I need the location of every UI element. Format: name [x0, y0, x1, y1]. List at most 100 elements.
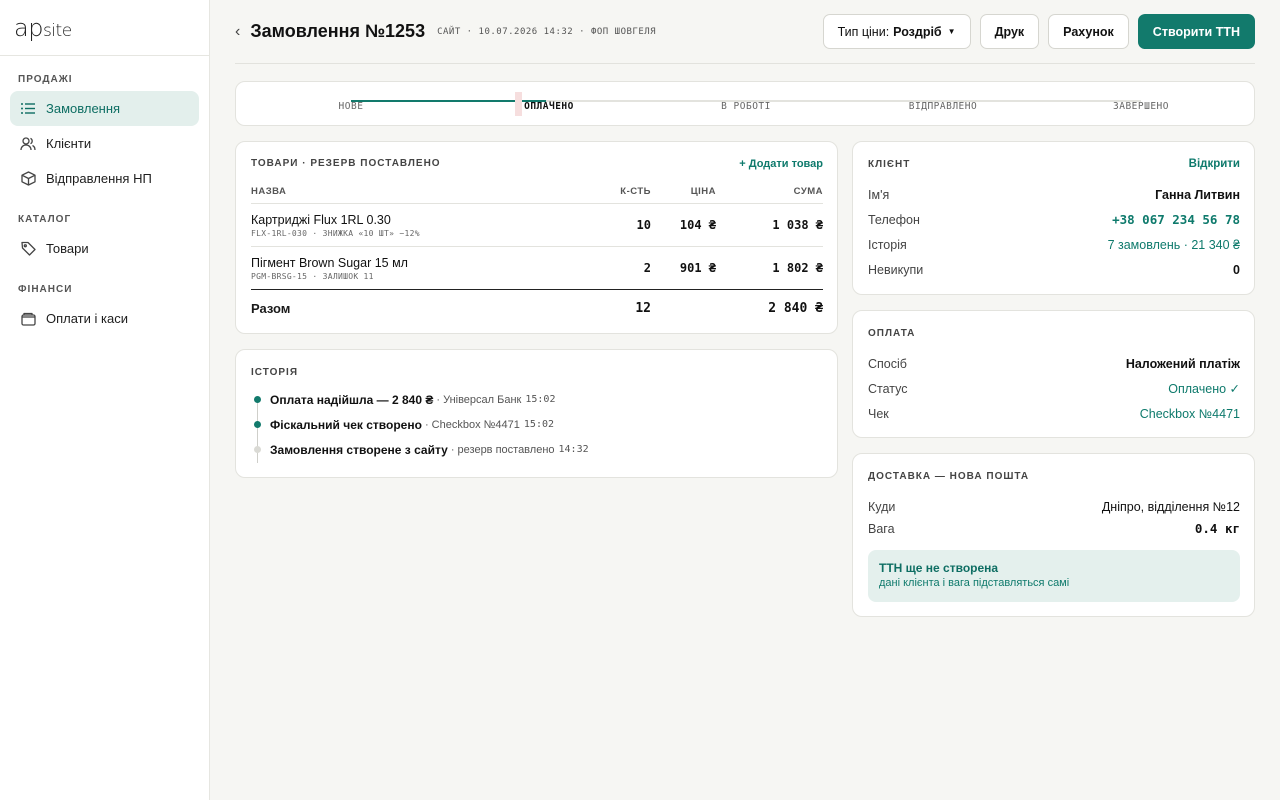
- add-product-link[interactable]: + Додати товар: [739, 158, 823, 170]
- client-phone-link[interactable]: +38 067 234 56 78: [1112, 212, 1240, 227]
- sidebar-item-payments[interactable]: Оплати і каси: [10, 301, 199, 336]
- step-in-work[interactable]: В РОБОТІ: [721, 101, 771, 112]
- client-refused-row: Невикупи 0: [868, 262, 1240, 277]
- delivery-title: ДОСТАВКА — НОВА ПОШТА: [868, 471, 1030, 482]
- table-total-row: Разом 12 2 840 ₴: [251, 290, 823, 326]
- main-content: ‹ Замовлення №1253 САЙТ · 10.07.2026 14:…: [235, 0, 1255, 617]
- ttn-note-text: дані клієнта і вага підставляться самі: [879, 577, 1070, 589]
- caret-down-icon: ▼: [947, 27, 956, 36]
- client-title: КЛІЄНТ: [868, 159, 911, 170]
- sidebar-item-label: Відправлення НП: [46, 171, 152, 186]
- open-client-link[interactable]: Відкрити: [1189, 158, 1240, 170]
- page-title: Замовлення №1253: [250, 21, 426, 41]
- payment-status-badge: Оплачено ✓: [1168, 382, 1240, 396]
- step-paid[interactable]: ОПЛАЧЕНО: [524, 101, 574, 112]
- delivery-weight: 0.4 кг: [1194, 521, 1240, 536]
- table-row[interactable]: Картриджі Flux 1RL 0.30 FLX-1RL-030 · ЗН…: [251, 204, 823, 247]
- tag-icon: [20, 241, 36, 257]
- client-name-row: Ім'я Ганна Литвин: [868, 187, 1240, 202]
- payment-card: ОПЛАТА Спосіб Наложений платіж Статус Оп…: [852, 310, 1255, 438]
- product-qty: 2: [643, 261, 651, 275]
- product-price: 901 ₴: [679, 261, 716, 275]
- ttn-info-note: ТТН ще не створена дані клієнта і вага п…: [868, 550, 1240, 602]
- payment-title: ОПЛАТА: [868, 328, 916, 339]
- list-icon: [20, 101, 36, 117]
- sidebar: apsite ПРОДАЖІ Замовлення Клієнти Відпра…: [0, 0, 210, 800]
- pending-dot-icon: [254, 446, 261, 453]
- col-price: ЦІНА: [690, 186, 716, 197]
- ttn-note-title: ТТН ще не створена: [879, 561, 999, 575]
- order-header: ‹ Замовлення №1253 САЙТ · 10.07.2026 14:…: [235, 0, 1255, 64]
- sidebar-item-clients[interactable]: Клієнти: [10, 126, 199, 161]
- sidebar-item-label: Оплати і каси: [46, 311, 128, 326]
- total-qty: 12: [635, 300, 651, 316]
- step-new[interactable]: НОВЕ: [339, 101, 364, 112]
- step-completed[interactable]: ЗАВЕРШЕНО: [1113, 101, 1169, 112]
- table-header: НАЗВА К-СТЬ ЦІНА СУМА: [251, 180, 823, 204]
- history-timeline: Оплата надійшла — 2 840 ₴ · Універсал Ба…: [251, 387, 589, 463]
- users-icon: [20, 136, 36, 152]
- product-sku: PGM-BRSG-15 · ЗАЛИШОК 11: [251, 271, 374, 281]
- sidebar-item-label: Клієнти: [46, 136, 92, 151]
- client-phone-row: Телефон +38 067 234 56 78: [868, 212, 1240, 227]
- step-shipped[interactable]: ВІДПРАВЛЕНО: [909, 101, 977, 112]
- payment-receipt-row: Чек Checkbox №4471: [868, 406, 1240, 421]
- nav-section-sales: ПРОДАЖІ: [18, 74, 73, 85]
- history-item: Замовлення створене з сайту · резерв пос…: [251, 437, 589, 462]
- sidebar-item-orders[interactable]: Замовлення: [10, 91, 199, 126]
- order-meta: САЙТ · 10.07.2026 14:32 · ФОП ШОВГЕЛЯ: [437, 26, 657, 37]
- table-row[interactable]: Пігмент Brown Sugar 15 мл PGM-BRSG-15 · …: [251, 247, 823, 290]
- sidebar-item-label: Замовлення: [46, 101, 121, 116]
- logo[interactable]: apsite: [0, 0, 209, 56]
- sidebar-item-products[interactable]: Товари: [10, 231, 199, 266]
- wallet-icon: [20, 311, 36, 327]
- total-label: Разом: [251, 300, 291, 316]
- goods-table: НАЗВА К-СТЬ ЦІНА СУМА Картриджі Flux 1RL…: [251, 180, 823, 326]
- product-price: 104 ₴: [679, 218, 716, 232]
- create-ttn-button[interactable]: Створити ТТН: [1137, 14, 1255, 49]
- tracker-current-marker: [515, 92, 522, 116]
- invoice-button[interactable]: Рахунок: [1048, 14, 1129, 49]
- product-name: Картриджі Flux 1RL 0.30: [251, 212, 391, 227]
- client-card: КЛІЄНТ Відкрити Ім'я Ганна Литвин Телефо…: [852, 141, 1255, 295]
- delivery-weight-row: Вага 0.4 кг: [868, 521, 1240, 536]
- header-actions: Тип ціни: Роздріб ▼ Друк Рахунок Створит…: [822, 14, 1255, 49]
- print-button[interactable]: Друк: [979, 14, 1040, 49]
- status-tracker: НОВЕ ОПЛАЧЕНО В РОБОТІ ВІДПРАВЛЕНО ЗАВЕР…: [235, 81, 1255, 126]
- done-dot-icon: [254, 421, 261, 428]
- sidebar-item-label: Товари: [46, 241, 89, 256]
- price-type-value: Роздріб: [893, 24, 942, 39]
- history-card: ІСТОРІЯ Оплата надійшла — 2 840 ₴ · Унів…: [235, 349, 838, 478]
- col-sum: СУМА: [793, 186, 823, 197]
- payment-method: Наложений платіж: [1125, 356, 1240, 371]
- product-name: Пігмент Brown Sugar 15 мл: [251, 255, 408, 270]
- nav-section-catalog: КАТАЛОГ: [18, 214, 72, 225]
- client-history-link[interactable]: 7 замовлень · 21 340 ₴: [1108, 238, 1240, 252]
- logo-text: apsite: [14, 13, 72, 42]
- price-type-dropdown[interactable]: Тип ціни: Роздріб ▼: [822, 14, 971, 49]
- payment-status-row: Статус Оплачено ✓: [868, 381, 1240, 397]
- history-item: Фіскальний чек створено · Checkbox №4471…: [251, 412, 589, 437]
- delivery-destination: Дніпро, відділення №12: [1101, 499, 1240, 514]
- package-icon: [20, 171, 36, 187]
- client-history-row: Історія 7 замовлень · 21 340 ₴: [868, 237, 1240, 252]
- sidebar-item-np-shipments[interactable]: Відправлення НП: [10, 161, 199, 196]
- goods-title: ТОВАРИ · РЕЗЕРВ ПОСТАВЛЕНО: [251, 158, 441, 169]
- product-qty: 10: [636, 218, 651, 232]
- receipt-link[interactable]: Checkbox №4471: [1140, 407, 1240, 421]
- goods-card: ТОВАРИ · РЕЗЕРВ ПОСТАВЛЕНО + Додати това…: [235, 141, 838, 334]
- delivery-card: ДОСТАВКА — НОВА ПОШТА Куди Дніпро, відді…: [852, 453, 1255, 617]
- price-type-label: Тип ціни:: [837, 24, 890, 39]
- col-name: НАЗВА: [251, 186, 287, 197]
- done-dot-icon: [254, 396, 261, 403]
- payment-method-row: Спосіб Наложений платіж: [868, 356, 1240, 371]
- back-chevron-icon[interactable]: ‹: [235, 23, 240, 41]
- total-sum: 2 840 ₴: [768, 300, 823, 316]
- history-item: Оплата надійшла — 2 840 ₴ · Універсал Ба…: [251, 387, 589, 412]
- col-qty: К-СТЬ: [620, 186, 651, 197]
- product-sum: 1 802 ₴: [772, 261, 823, 275]
- product-sku: FLX-1RL-030 · ЗНИЖКА «10 ШТ» −12%: [251, 228, 420, 238]
- history-title: ІСТОРІЯ: [251, 367, 299, 378]
- nav-section-finance: ФІНАНСИ: [18, 284, 73, 295]
- product-sum: 1 038 ₴: [772, 218, 823, 232]
